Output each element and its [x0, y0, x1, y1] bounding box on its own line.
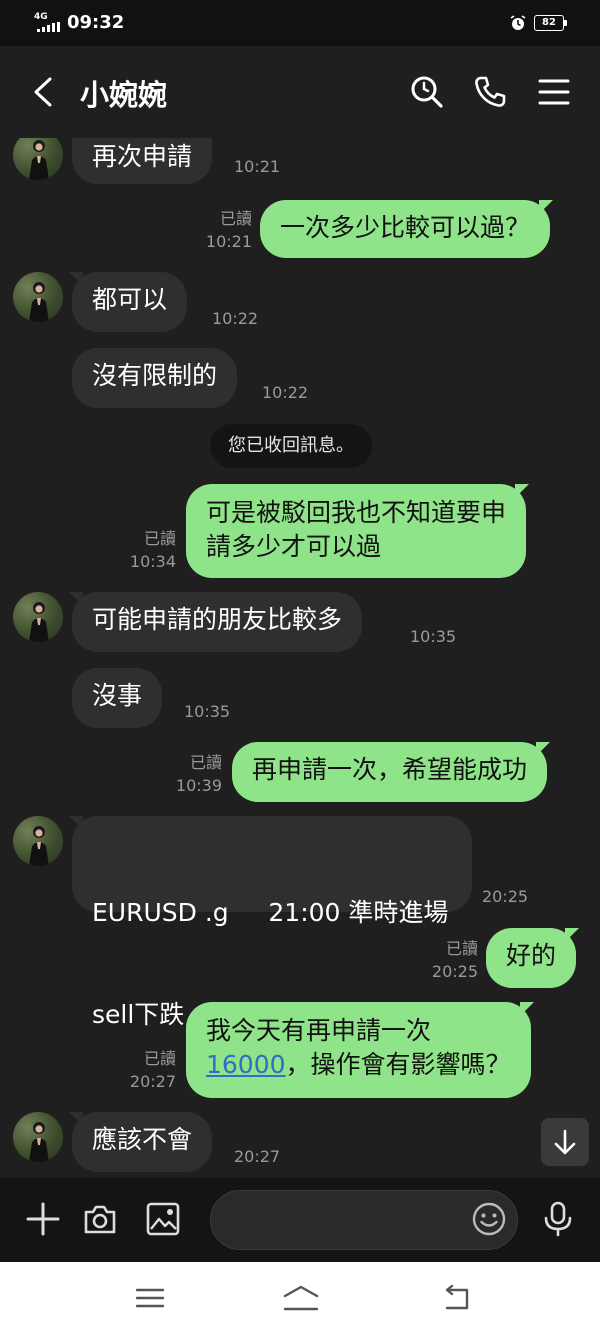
message-time: 10:22: [262, 383, 309, 402]
image-icon[interactable]: [144, 1200, 182, 1238]
message-time: 20:25: [431, 962, 478, 981]
system-navigation-bar: [0, 1262, 600, 1333]
chat-title[interactable]: 小婉婉: [80, 72, 167, 114]
home-icon[interactable]: [282, 1282, 320, 1314]
message-bubble-incoming[interactable]: 應該不會: [68, 1112, 213, 1172]
message-composer: [0, 1178, 600, 1262]
message-bubble-incoming[interactable]: 都可以: [68, 272, 188, 332]
search-icon[interactable]: [409, 74, 445, 110]
system-notice: 您已收回訊息。: [210, 424, 372, 468]
message-list[interactable]: 再次申請 10:21 一次多少比較可以過？ 已讀 10:21 都可以 10:22…: [0, 138, 600, 1178]
message-text: 一次多少比較可以過？: [280, 213, 531, 242]
read-receipt: 已讀: [445, 939, 478, 958]
message-text-line: 可是被駁回我也不知道要申: [206, 498, 507, 527]
camera-icon[interactable]: [81, 1200, 119, 1238]
battery-icon: [564, 20, 567, 26]
message-text-line: 請多少才可以過: [206, 532, 382, 561]
number-link[interactable]: 16000: [206, 1050, 286, 1079]
phone-icon[interactable]: [472, 74, 508, 110]
message-time: 10:21: [234, 157, 281, 176]
alarm-icon: [510, 15, 526, 30]
message-time: 10:35: [410, 627, 457, 646]
plus-icon[interactable]: [24, 1200, 62, 1238]
read-receipt: 已讀: [219, 209, 252, 228]
message-text: 沒事: [92, 681, 143, 710]
message-time: 20:25: [482, 887, 529, 906]
message-text: 可能申請的朋友比較多: [92, 605, 343, 634]
message-text: 再次申請: [92, 142, 193, 171]
message-bubble-outgoing[interactable]: 好的: [486, 928, 580, 988]
arrow-down-icon: [554, 1129, 576, 1155]
message-bubble-incoming[interactable]: 沒事: [72, 668, 163, 728]
read-receipt: 已讀: [189, 753, 222, 772]
menu-icon[interactable]: [536, 74, 572, 110]
status-bar: 4G 09:32 82: [0, 0, 600, 46]
message-text: 再申請一次，希望能成功: [252, 755, 528, 784]
message-bubble-outgoing[interactable]: 我今天有再申請一次 16000，操作會有影響嗎？: [186, 1002, 534, 1098]
signal-icon: [37, 22, 61, 32]
back-icon[interactable]: [441, 1282, 473, 1314]
message-bubble-outgoing[interactable]: 一次多少比較可以過？: [260, 200, 554, 258]
message-time: 10:35: [184, 702, 231, 721]
scroll-to-bottom-button[interactable]: [541, 1118, 589, 1166]
message-text: 好的: [506, 941, 557, 970]
message-bubble-incoming[interactable]: EURUSD .g 21:00 準時進場 sell下跌: [69, 816, 472, 1029]
avatar[interactable]: [13, 138, 63, 180]
back-arrow-icon[interactable]: [28, 76, 58, 108]
message-bubble-incoming[interactable]: 沒有限制的: [72, 348, 238, 408]
status-time: 09:32: [67, 12, 125, 33]
message-text-line: 我今天有再申請一次: [206, 1016, 432, 1045]
microphone-icon[interactable]: [539, 1200, 577, 1238]
message-time: 10:21: [205, 232, 252, 251]
message-bubble-incoming[interactable]: 可能申請的朋友比較多: [68, 592, 363, 652]
battery-level: 82: [534, 15, 564, 31]
avatar[interactable]: [13, 1112, 63, 1162]
read-receipt: 已讀: [143, 529, 176, 548]
message-bubble-outgoing[interactable]: 再申請一次，希望能成功: [232, 742, 551, 802]
message-bubble-incoming[interactable]: 再次申請: [72, 138, 213, 184]
avatar[interactable]: [13, 816, 63, 866]
message-bubble-outgoing[interactable]: 可是被駁回我也不知道要申 請多少才可以過: [186, 484, 530, 578]
message-text-line: ，操作會有影響嗎？: [285, 1050, 511, 1079]
message-time: 10:34: [129, 552, 176, 571]
message-time: 10:22: [212, 309, 259, 328]
emoji-icon[interactable]: [470, 1200, 508, 1238]
message-text: 應該不會: [92, 1125, 193, 1154]
chat-header: 小婉婉: [0, 46, 600, 138]
message-text: 沒有限制的: [92, 361, 218, 390]
system-notice-text: 您已收回訊息。: [228, 435, 354, 456]
avatar[interactable]: [13, 592, 63, 642]
avatar[interactable]: [13, 272, 63, 322]
message-text: 都可以: [92, 285, 168, 314]
message-time: 10:39: [175, 776, 222, 795]
message-time: 20:27: [129, 1072, 176, 1091]
network-type: 4G: [34, 12, 48, 22]
message-text-line: EURUSD .g 21:00 準時進場: [92, 898, 449, 927]
read-receipt: 已讀: [143, 1049, 176, 1068]
message-time: 20:27: [234, 1147, 281, 1166]
recent-apps-icon[interactable]: [134, 1282, 166, 1314]
